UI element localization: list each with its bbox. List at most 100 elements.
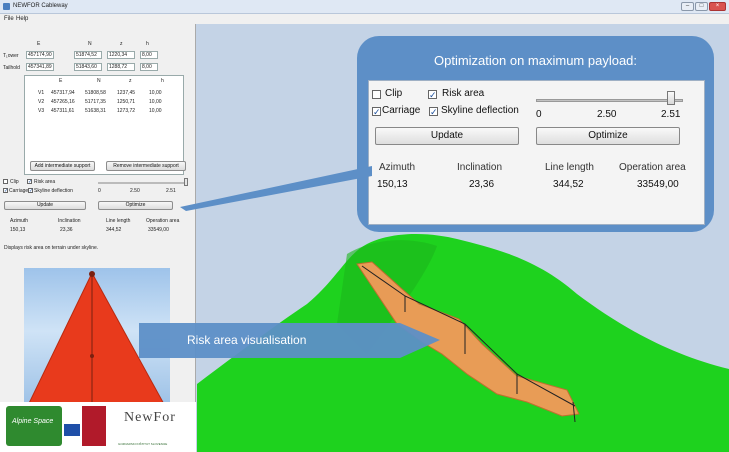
slider-min: 0 (536, 109, 542, 120)
slider-thumb[interactable] (667, 91, 675, 105)
top-header-e: E (37, 41, 41, 47)
top-header-z: z (120, 41, 123, 47)
support-cell: 1273,72 (117, 108, 136, 114)
newfor-logo: NewFor (124, 410, 176, 425)
tailhold-z-field[interactable]: 1288,72 (107, 63, 135, 71)
control-panel: E N z h T₁ower 457174,90 51874,52 1220,3… (0, 24, 196, 452)
azimuth-value-small: 150,13 (10, 227, 26, 233)
tower-h-field[interactable]: 8,00 (140, 51, 158, 59)
operation-area-header: Operation area (619, 162, 686, 173)
update-button-small[interactable]: Update (4, 201, 86, 210)
tower-e-field[interactable]: 457174,90 (26, 51, 54, 59)
operation-area-value: 33549,00 (637, 179, 679, 190)
inclination-header-small: Inclination (58, 218, 81, 224)
alpine-logo-text: Alpine Space (12, 418, 54, 425)
skyline-deflection-checkbox[interactable]: ✓ (429, 107, 438, 117)
slider-max-small: 2.51 (166, 188, 176, 194)
support-row-label: V2 (38, 99, 45, 105)
carriage-checkbox-small[interactable]: ✓ (3, 188, 8, 194)
risk-area-checkbox[interactable]: ✓ (428, 90, 437, 100)
optimize-button-small[interactable]: Optimize (98, 201, 173, 210)
status-text: Displays risk area on terrain under skyl… (4, 245, 99, 251)
slider-min-small: 0 (98, 188, 101, 194)
support-cell: 51808,58 (85, 90, 106, 96)
tower-marker (89, 271, 95, 277)
eu-flag-icon (64, 424, 80, 436)
skyline-deflection-label: Skyline deflection (441, 105, 519, 116)
optimize-button[interactable]: Optimize (536, 127, 680, 145)
support-cell: 457317,94 (51, 90, 75, 96)
carriage-checkbox[interactable]: ✓ (372, 107, 381, 117)
slider-track[interactable] (536, 99, 683, 102)
remove-support-button[interactable]: Remove intermediate support (106, 161, 186, 171)
operation-area-header-small: Operation area (146, 218, 180, 224)
support-header-h: h (161, 78, 164, 84)
azimuth-header: Azimuth (379, 162, 416, 173)
slider-value: 2.50 (597, 109, 617, 120)
clip-label-small: Clip (10, 179, 19, 185)
inclination-value: 23,36 (469, 179, 495, 190)
carriage-marker (90, 354, 94, 358)
partner-logo (82, 406, 106, 446)
inclination-value-small: 23,36 (60, 227, 73, 233)
line-length-value: 344,52 (553, 179, 584, 190)
risk-area-label-small: Risk area (34, 179, 56, 185)
skyline-checkbox-small[interactable]: ✓ (28, 188, 33, 194)
slider-value-small: 2.50 (130, 188, 140, 194)
tower-label: T₁ower (3, 53, 19, 59)
maximize-button[interactable]: □ (695, 2, 708, 11)
callout-title: Optimization on maximum payload: (433, 53, 638, 68)
risk-area-annotation: Risk area visualisation (187, 333, 307, 347)
support-cell: 51638,31 (85, 108, 106, 114)
update-button[interactable]: Update (375, 127, 519, 145)
minimize-button[interactable]: – (681, 2, 694, 11)
slider-thumb-small[interactable] (184, 178, 188, 186)
carriage-label: Carriage (382, 105, 421, 116)
clip-checkbox[interactable] (372, 90, 381, 99)
menu-bar: File Help (0, 14, 729, 24)
logo-strip: Alpine Space NewFor GOZDARSKI INŠTITUT S… (0, 402, 196, 452)
menu-file[interactable]: File (4, 16, 14, 22)
window-title: NEWFOR Cableway (13, 3, 68, 9)
support-cell: 1250,71 (117, 99, 136, 105)
tailhold-h-field[interactable]: 8,00 (140, 63, 158, 71)
line-length-value-small: 344,52 (106, 227, 122, 233)
operation-area-value-small: 33549,00 (148, 227, 169, 233)
callout-panel: Clip ✓ Risk area ✓ Carriage ✓ Skyline de… (368, 80, 705, 225)
support-cell: 51717,35 (85, 99, 106, 105)
add-support-button[interactable]: Add intermediate support (30, 161, 95, 171)
title-bar: NEWFOR Cableway – □ × (0, 0, 729, 14)
carriage-label-small: Carriage (9, 188, 29, 194)
institute-logo-text: GOZDARSKI INŠTITUT SLOVENIJE (118, 442, 168, 446)
close-button[interactable]: × (709, 2, 726, 11)
alpine-space-logo: Alpine Space (6, 406, 62, 446)
support-cell: 10,00 (149, 108, 162, 114)
clip-checkbox-small[interactable] (3, 179, 8, 184)
clip-label: Clip (385, 88, 403, 99)
support-cell: 10,00 (149, 99, 162, 105)
risk-area-label: Risk area (442, 88, 485, 99)
support-table[interactable]: E N z h V1 457317,94 51808,58 1237,45 10… (24, 75, 184, 175)
support-cell: 457311,61 (51, 108, 75, 114)
tailhold-label: Tailhold (3, 65, 20, 71)
slider-track-small[interactable] (98, 182, 188, 184)
tailhold-n-field[interactable]: 51843,60 (74, 63, 102, 71)
menu-help[interactable]: Help (16, 16, 28, 22)
top-header-n: N (88, 41, 92, 47)
support-cell: 457265,16 (51, 99, 75, 105)
top-header-h: h (146, 41, 149, 47)
tower-z-field[interactable]: 1220,34 (107, 51, 135, 59)
risk-area-checkbox-small[interactable]: ✓ (27, 179, 32, 185)
support-cell: 10,00 (149, 90, 162, 96)
inclination-header: Inclination (457, 162, 503, 173)
azimuth-header-small: Azimuth (10, 218, 29, 224)
line-length-header: Line length (545, 162, 594, 173)
tailhold-e-field[interactable]: 457341,89 (26, 63, 54, 71)
support-row-label: V1 (38, 90, 45, 96)
tower-n-field[interactable]: 51874,52 (74, 51, 102, 59)
azimuth-value: 150,13 (377, 179, 408, 190)
support-row-label: V3 (38, 108, 45, 114)
skyline-label-small: Skyline deflection (34, 188, 73, 194)
support-header-e: E (59, 78, 63, 84)
app-icon (3, 3, 10, 10)
